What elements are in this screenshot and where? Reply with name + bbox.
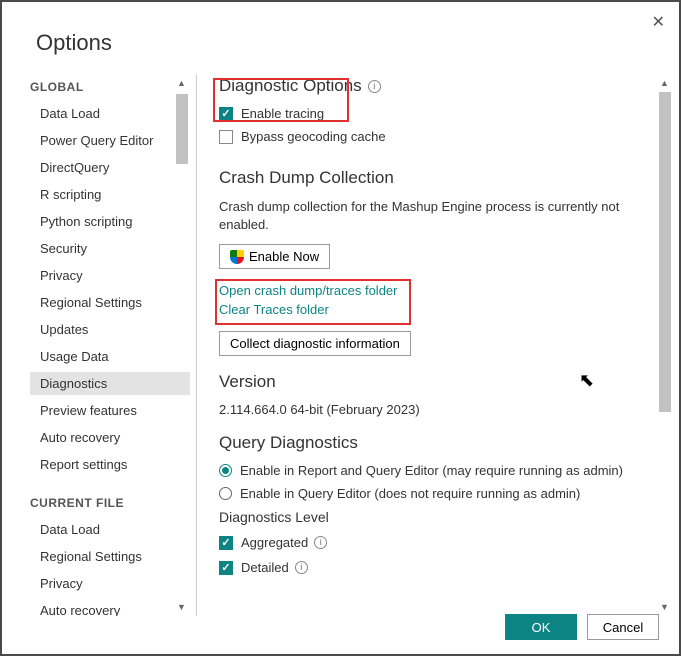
info-icon[interactable]: i	[368, 80, 381, 93]
sidebar-item-privacy[interactable]: Privacy	[30, 264, 190, 287]
open-crash-folder-link[interactable]: Open crash dump/traces folder	[219, 283, 651, 298]
qd-option1-label: Enable in Report and Query Editor (may r…	[240, 463, 623, 478]
sidebar-scrollbar[interactable]: ▲ ▼	[174, 74, 190, 616]
aggregated-checkbox[interactable]	[219, 536, 233, 550]
heading-crash-dump: Crash Dump Collection	[219, 168, 651, 188]
bypass-geocoding-row[interactable]: Bypass geocoding cache	[219, 129, 651, 144]
heading-diagnostic-options: Diagnostic Options i	[219, 76, 651, 96]
sidebar-section-label: GLOBAL	[30, 80, 190, 94]
sidebar-item-python-scripting[interactable]: Python scripting	[30, 210, 190, 233]
collect-diagnostic-label: Collect diagnostic information	[230, 336, 400, 351]
sidebar: GLOBAL Data Load Power Query Editor DirectQ…	[2, 74, 190, 616]
enable-now-label: Enable Now	[249, 249, 319, 264]
sidebar-item-regional-settings[interactable]: Regional Settings	[30, 291, 190, 314]
sidebar-item-directquery[interactable]: DirectQuery	[30, 156, 190, 179]
sidebar-item-auto-recovery[interactable]: Auto recovery	[30, 599, 190, 616]
bypass-geocoding-checkbox[interactable]	[219, 130, 233, 144]
detailed-label: Detailed	[241, 560, 289, 575]
qd-option1-radio[interactable]	[219, 464, 232, 477]
sidebar-item-preview-features[interactable]: Preview features	[30, 399, 190, 422]
qd-option2-radio[interactable]	[219, 487, 232, 500]
qd-option2-row[interactable]: Enable in Query Editor (does not require…	[219, 486, 651, 501]
clear-traces-link[interactable]: Clear Traces folder	[219, 302, 651, 317]
scroll-down-icon[interactable]: ▼	[660, 602, 669, 612]
detailed-row[interactable]: Detailed i	[219, 560, 651, 575]
sidebar-item-report-settings[interactable]: Report settings	[30, 453, 190, 476]
qd-option2-label: Enable in Query Editor (does not require…	[240, 486, 580, 501]
sidebar-item-data-load[interactable]: Data Load	[30, 102, 190, 125]
options-dialog: ✕ Options GLOBAL Data Load Power Query Edi…	[0, 0, 681, 656]
dialog-title: Options	[2, 2, 679, 56]
enable-now-button[interactable]: Enable Now	[219, 244, 330, 269]
content-scrollbar[interactable]: ▲ ▼	[657, 74, 673, 616]
ok-button[interactable]: OK	[505, 614, 577, 640]
sidebar-item-diagnostics[interactable]: Diagnostics	[30, 372, 190, 395]
scroll-up-icon[interactable]: ▲	[177, 78, 186, 88]
shield-icon	[230, 250, 244, 264]
detailed-checkbox[interactable]	[219, 561, 233, 575]
scroll-thumb[interactable]	[659, 92, 671, 412]
sidebar-item-regional-settings[interactable]: Regional Settings	[30, 545, 190, 568]
sidebar-item-auto-recovery[interactable]: Auto recovery	[30, 426, 190, 449]
info-icon[interactable]: i	[295, 561, 308, 574]
info-icon[interactable]: i	[314, 536, 327, 549]
sidebar-item-data-load[interactable]: Data Load	[30, 518, 190, 541]
crash-dump-description: Crash dump collection for the Mashup Eng…	[219, 198, 651, 234]
enable-tracing-checkbox[interactable]	[219, 107, 233, 121]
sidebar-item-privacy[interactable]: Privacy	[30, 572, 190, 595]
qd-option1-row[interactable]: Enable in Report and Query Editor (may r…	[219, 463, 651, 478]
aggregated-row[interactable]: Aggregated i	[219, 535, 651, 550]
dialog-body: GLOBAL Data Load Power Query Editor DirectQ…	[2, 56, 679, 616]
heading-query-diagnostics: Query Diagnostics	[219, 433, 651, 453]
bypass-geocoding-label: Bypass geocoding cache	[241, 129, 386, 144]
dialog-footer: OK Cancel	[505, 614, 659, 640]
sidebar-item-usage-data[interactable]: Usage Data	[30, 345, 190, 368]
scroll-thumb[interactable]	[176, 94, 188, 164]
close-icon[interactable]: ✕	[652, 12, 665, 32]
sidebar-item-security[interactable]: Security	[30, 237, 190, 260]
content-area: Diagnostic Options i Enable tracing Bypa…	[197, 74, 679, 616]
sidebar-section-label: CURRENT FILE	[30, 496, 190, 510]
heading-diagnostics-level: Diagnostics Level	[219, 509, 651, 525]
enable-tracing-label: Enable tracing	[241, 106, 324, 121]
cursor-icon: ⬉	[579, 370, 594, 391]
collect-diagnostic-button[interactable]: Collect diagnostic information	[219, 331, 411, 356]
heading-text: Diagnostic Options	[219, 76, 362, 96]
sidebar-item-power-query-editor[interactable]: Power Query Editor	[30, 129, 190, 152]
scroll-down-icon[interactable]: ▼	[177, 602, 186, 612]
enable-tracing-row[interactable]: Enable tracing	[219, 106, 651, 121]
sidebar-item-updates[interactable]: Updates	[30, 318, 190, 341]
cancel-button[interactable]: Cancel	[587, 614, 659, 640]
sidebar-item-r-scripting[interactable]: R scripting	[30, 183, 190, 206]
scroll-up-icon[interactable]: ▲	[660, 78, 669, 88]
version-value: 2.114.664.0 64-bit (February 2023)	[219, 402, 651, 417]
aggregated-label: Aggregated	[241, 535, 308, 550]
